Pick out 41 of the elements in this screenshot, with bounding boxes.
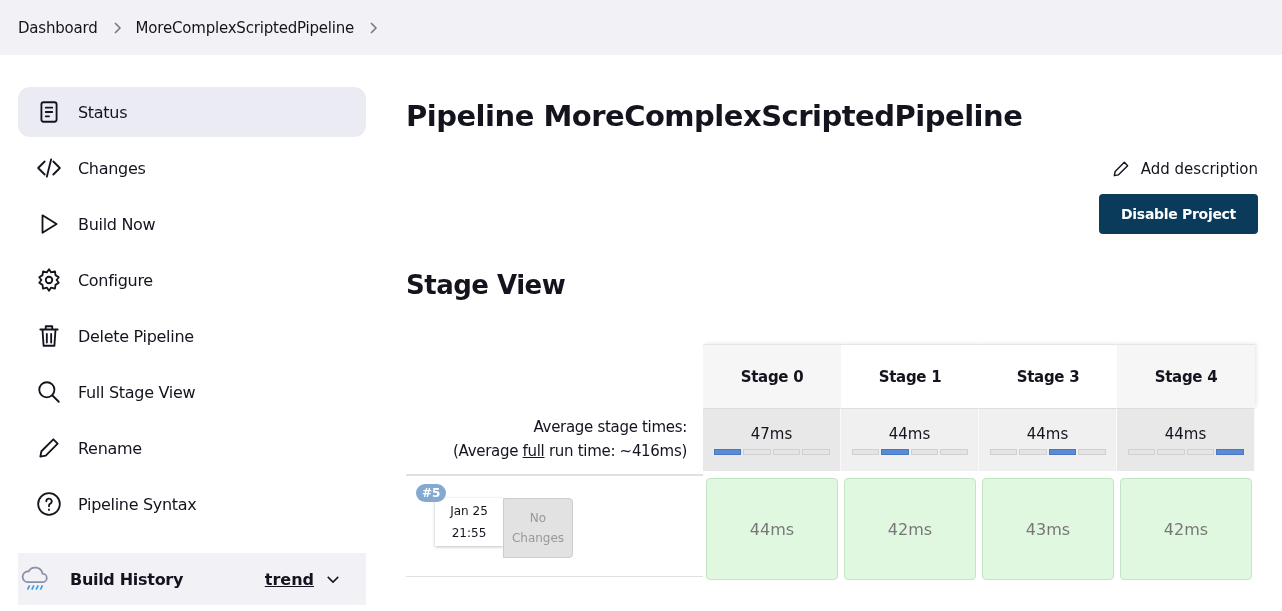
sidebar-item[interactable]: Full Stage View: [18, 367, 366, 417]
settings-icon: [36, 267, 62, 293]
build-date: Jan 25: [450, 504, 488, 518]
build-history-title: Build History: [70, 569, 185, 589]
stage-result-cell[interactable]: 44ms: [706, 478, 838, 580]
average-time: 47ms: [750, 425, 793, 443]
sidebar-item[interactable]: Rename: [18, 423, 366, 473]
page-title: Pipeline MoreComplexScriptedPipeline: [406, 99, 1024, 133]
breadcrumb-link[interactable]: MoreComplexScriptedPipeline: [135, 18, 355, 37]
search-icon: [36, 379, 62, 405]
sidebar-item[interactable]: Changes: [18, 143, 366, 193]
stage-result-cell[interactable]: 42ms: [1120, 478, 1252, 580]
help-icon: [36, 491, 62, 517]
stage-header: Stage 1: [841, 344, 979, 408]
trash-icon: [36, 323, 62, 349]
breadcrumb-link[interactable]: Dashboard: [18, 18, 98, 37]
average-time: 44ms: [1164, 425, 1207, 443]
sidebar-item[interactable]: Status: [18, 87, 366, 137]
chevron-icon: [368, 19, 379, 36]
disable-project-button[interactable]: Disable Project: [1099, 194, 1258, 234]
stage-result-cell[interactable]: 43ms: [982, 478, 1114, 580]
sidebar-item[interactable]: Configure: [18, 255, 366, 305]
average-time: 44ms: [1026, 425, 1069, 443]
average-stage-times-label: Average stage times:: [533, 417, 687, 437]
add-description-link[interactable]: Add description: [1110, 159, 1258, 179]
sidebar-item[interactable]: Delete Pipeline: [18, 311, 366, 361]
sidebar-item[interactable]: Pipeline Syntax: [18, 479, 366, 529]
average-time: 44ms: [888, 425, 931, 443]
pencil-icon: [36, 435, 62, 461]
changes-box: No Changes: [503, 498, 573, 558]
trend-link[interactable]: trend: [264, 569, 314, 589]
chevron-icon: [111, 19, 122, 36]
section-heading: Stage View: [406, 270, 567, 300]
stage-result-cell[interactable]: 42ms: [844, 478, 976, 580]
build-time: 21:55: [451, 526, 487, 540]
stage-header: Stage 3: [979, 344, 1117, 408]
stage-header: Stage 0: [703, 344, 841, 408]
stage-header: Stage 4: [1117, 344, 1255, 408]
sidebar-item[interactable]: Build Now: [18, 199, 366, 249]
chevron-down-icon[interactable]: [326, 574, 340, 584]
average-run-time-text: (Average full run time: ~416ms): [453, 441, 687, 461]
